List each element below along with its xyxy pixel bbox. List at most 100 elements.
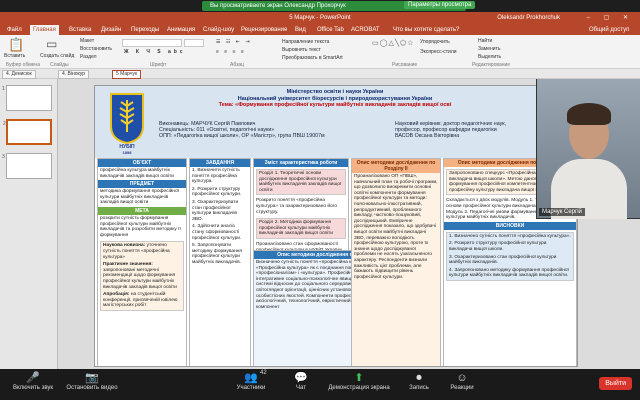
user-name[interactable]: Oleksandr Prokhorchuk [497,12,560,24]
editing-group: Редактирование [472,62,511,68]
slide-canvas[interactable]: НУБІП 1898 Міністерство освіти і науки Ук… [94,85,578,367]
view-options-button[interactable]: Параметры просмотра [404,1,476,9]
tab-office[interactable]: Office Tab [314,25,347,35]
smartart-button[interactable]: Преобразовать в SmartArt [282,55,343,61]
tab-transitions[interactable]: Переходы [128,25,162,35]
drawing-group: Рисование [392,62,418,68]
method-2-title: Опис методики дослідження по Розділу ІІ [352,159,440,173]
slide-thumb-3[interactable]: 3 [2,153,52,179]
find-button[interactable]: Найти [478,38,492,44]
share-button[interactable]: Общий доступ [586,25,632,35]
task-item: 3. Охарактеризувати стан професійної кул… [192,199,239,222]
university-logo-icon [110,93,144,144]
shapes-gallery[interactable]: ▭◯△╲⬠☆ [372,39,414,47]
camera-icon: 📷 [85,372,99,384]
tab-home[interactable]: Главная [30,25,59,35]
list-buttons[interactable]: ☰ ☷ ⇤ ⇥ [216,39,252,45]
task-item: 5. Запропонувати методику формування про… [192,243,242,265]
reactions-icon: ☺ [456,372,468,384]
font-group: Шрифт [150,62,167,68]
content-title: Зміст характеристика роботи [254,159,348,167]
goal-title: МЕТА [98,206,186,215]
new-slide-icon[interactable]: ▭ [46,37,57,51]
video-button[interactable]: 📷 Остановить видео [62,371,122,391]
subject-text: методика формування професійної культури… [100,189,179,206]
reactions-button[interactable]: ☺ Реакции [442,371,482,391]
tab-acrobat[interactable]: ACROBAT [348,25,383,35]
new-slide-button[interactable]: Создать слайд [40,53,74,59]
slide-header: НУБІП 1898 Міністерство освіти і науки Ук… [95,86,577,158]
goal-text: розкрити сутність формування професійної… [100,215,181,238]
share-screen-button[interactable]: ⬆ Демонстрация экрана [322,371,396,391]
tab-view[interactable]: Вид [292,25,309,35]
participant-video[interactable]: Марчук Сергій [536,79,640,219]
participants-icon: 👥 [244,372,258,384]
tab-insert[interactable]: Вставка [66,25,94,35]
quick-styles-button[interactable]: Экспресс-стили [420,49,457,55]
font-size-box[interactable] [184,39,204,47]
doc-tab-2[interactable]: 4. Вінокур [58,70,90,79]
select-button[interactable]: Выделить [478,54,501,60]
slide-thumbnails: 1 2 3 [0,79,58,369]
align-text-button[interactable]: Выровнять текст [282,47,321,53]
logo-caption: НУБІП 1898 [119,144,135,155]
share-bar: Вы просматриваете экран Олександр Прохор… [0,0,640,12]
record-button[interactable]: ⏺ Запись [404,371,434,391]
novelty-box: Наукова новизна: уточнено сутність понят… [100,241,184,311]
tab-animation[interactable]: Анимация [164,25,198,35]
workspace: 1 2 3 НУБІП 1898 Міністерство освіти і на… [0,79,640,369]
text-direction-button[interactable]: Направление текста [282,39,329,45]
window-controls[interactable]: – ▢ ✕ [587,12,634,24]
column-tasks: ЗАВДАННЯ 1. Визначити сутність поняття п… [189,158,251,366]
participant-hair [567,103,611,125]
paste-icon[interactable]: 📋 [8,37,24,53]
chapter-2: Розділ 2. Методика формування професійно… [259,220,333,237]
practical-text: запропоновані методичні рекомендації щод… [103,267,177,290]
document-tabs: 4. Денисюк 4. Вінокур 5 Марчук [0,69,640,79]
object-title: ОБ'ЄКТ [98,159,186,167]
slides-group: Слайды [50,62,69,68]
method-2-text: Проаналізовано ОП «ПВШ», навчальний план… [354,174,438,280]
meeting-controls: 🎤 Включить звук 📷 Остановить видео 42 👥 Уча… [0,369,640,400]
tab-review[interactable]: Рецензирование [238,25,290,35]
approbation-label: Апробація: [103,292,130,298]
thesis-topic: Тема: «Формування професійної культури м… [218,102,452,108]
share-screen-icon: ⬆ [354,372,364,384]
chat-button[interactable]: 💬 Чат [286,371,316,391]
author-info: Виконавець: МАРЧУК Сергій Павлович Спеці… [159,121,349,140]
column-method-2: Опис методики дослідження по Розділу ІІ … [351,158,441,366]
conclusion-item: 3. Охарактеризовано стан професійної кул… [449,254,557,266]
participant-name: Марчук Сергій [539,208,585,216]
ribbon: 📋 Вставить Буфер обмена ▭ Создать слайд … [0,35,640,69]
leave-meeting-button[interactable]: Выйти [599,377,632,390]
record-icon: ⏺ [416,372,422,384]
arrange-button[interactable]: Упорядочить [420,39,450,45]
conclusions-title: ВИСНОВКИ [444,221,576,230]
font-format-buttons[interactable]: Ж К Ч S abc [124,49,186,55]
reset-button[interactable]: Восстановить [80,46,112,52]
subject-title: ПРЕДМЕТ [98,180,186,189]
participants-button[interactable]: 👥 Участники [228,371,274,391]
slide-thumb-2[interactable]: 2 [3,119,52,145]
section-button[interactable]: Раздел [80,54,97,60]
mic-icon: 🎤 [26,372,40,384]
font-name-box[interactable] [122,39,182,47]
doc-tab-3[interactable]: 5 Марчук [112,70,142,79]
align-buttons[interactable]: ≡ ≡ ≡ ≡ [216,49,246,55]
tab-file[interactable]: Файл [4,25,25,35]
tell-me-search[interactable]: Что вы хотите сделать? [390,25,462,35]
paste-button[interactable]: Вставить [4,53,25,59]
mic-button[interactable]: 🎤 Включить звук [6,371,60,391]
task-item: 1. Визначити сутність поняття професійна… [192,168,240,185]
author-program: ОПП: «Педагогіка вищої школи», ОР «Магіс… [159,133,325,140]
thumb-number: 3 [2,154,5,160]
column-object: ОБ'ЄКТ професійна культура майбутніх вик… [97,158,187,366]
tab-slideshow[interactable]: Слайд-шоу [200,25,237,35]
practical-label: Практичне значення: [103,262,153,268]
replace-button[interactable]: Заменить [478,46,500,52]
tab-design[interactable]: Дизайн [98,25,124,35]
doc-tab-1[interactable]: 4. Денисюк [2,70,36,79]
layout-button[interactable]: Макет [80,38,94,44]
clipboard-group: Буфер обмена [6,62,40,68]
slide-thumb-1[interactable]: 1 [2,85,52,111]
